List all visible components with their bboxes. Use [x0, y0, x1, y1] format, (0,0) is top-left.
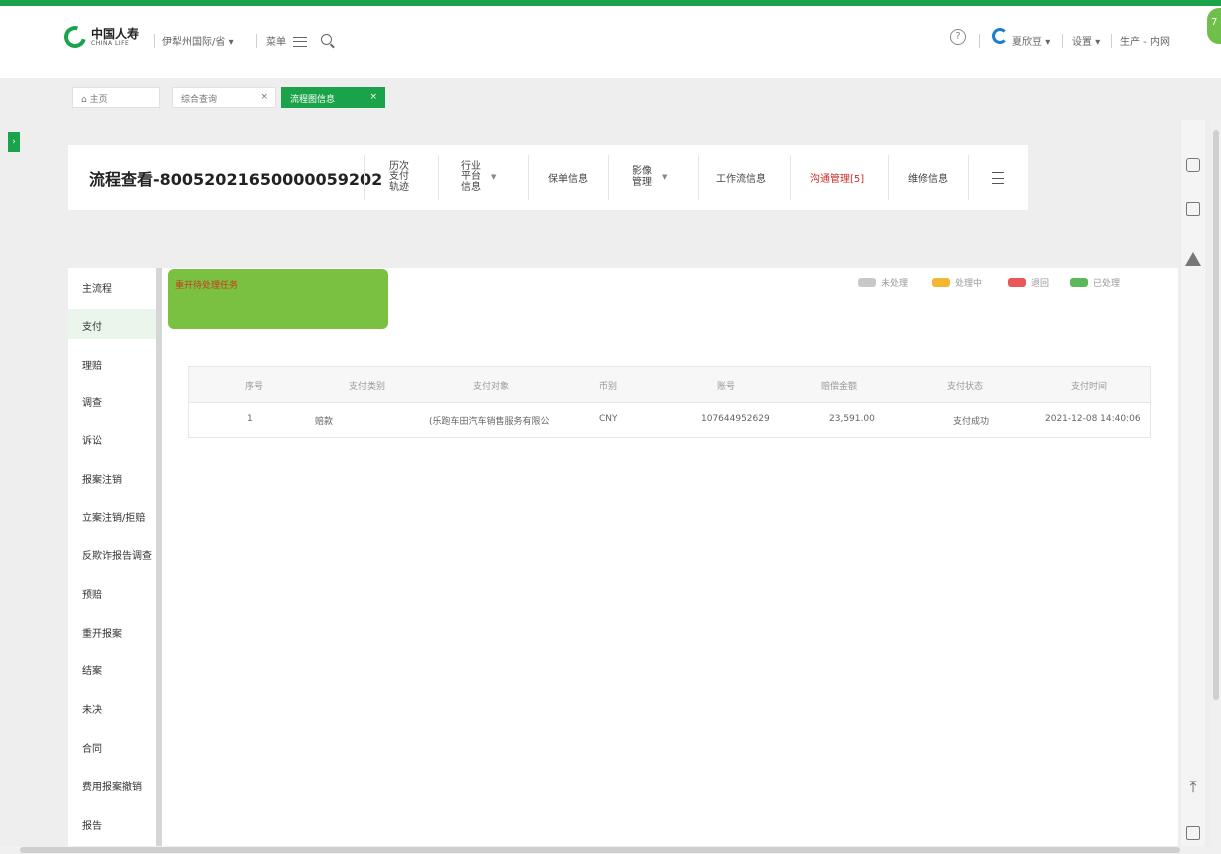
- sidebar-item-case-cancel[interactable]: 立案注销/拒赔: [68, 500, 156, 530]
- legend-swatch: [1008, 278, 1026, 287]
- chevron-down-icon: ▾: [1095, 37, 1101, 48]
- column-header: 支付对象: [473, 382, 510, 392]
- header-divider: [1111, 34, 1112, 48]
- menu-button[interactable]: 菜单: [266, 33, 308, 48]
- user-menu[interactable]: 夏欣豆 ▾: [1012, 33, 1050, 48]
- sidebar-item-report-cancel[interactable]: 报案注销: [68, 462, 156, 492]
- page-title: 流程查看-80052021650000059202: [89, 170, 383, 189]
- sidebar-item-anti-fraud[interactable]: 反欺诈报告调查: [68, 538, 156, 568]
- sidebar-expand-toggle[interactable]: ›: [8, 132, 20, 152]
- tab-query[interactable]: 综合查询 ×: [172, 87, 276, 108]
- tab-payment-history[interactable]: 历次 支付 轨迹: [389, 145, 409, 210]
- home-icon: ⌂: [81, 95, 87, 105]
- chevron-down-icon: ▾: [1045, 37, 1051, 48]
- menu-icon: [992, 171, 1004, 184]
- chevron-down-icon: ▼: [662, 172, 668, 181]
- user-icon: [992, 28, 1008, 44]
- sidebar-item-prepay[interactable]: 预赔: [68, 577, 156, 607]
- header-divider: [1062, 34, 1063, 48]
- menu-icon: [293, 37, 308, 47]
- help-icon[interactable]: ?: [950, 29, 966, 45]
- tab-industry-platform[interactable]: 行业 平台 信息 ▼: [461, 145, 496, 210]
- logo-en-text: CHINA LIFE: [91, 39, 130, 47]
- header-divider: [154, 34, 155, 48]
- legend-item-processing: 处理中: [932, 276, 982, 289]
- tab-policy-info[interactable]: 保单信息: [548, 145, 588, 210]
- close-icon[interactable]: ×: [369, 92, 377, 102]
- sidebar-item-contract[interactable]: 合同: [68, 731, 156, 761]
- logo-cn-text: 中国人寿: [91, 26, 140, 41]
- chevron-down-icon: ▾: [228, 37, 234, 48]
- sidebar-divider: [156, 268, 162, 854]
- print-icon[interactable]: [1186, 202, 1200, 216]
- column-header: 序号: [245, 382, 264, 392]
- column-header: 赔偿金额: [821, 382, 858, 392]
- scrollbar-thumb[interactable]: [20, 847, 1180, 853]
- env-label: 生产 - 内网: [1120, 37, 1170, 48]
- sidebar-item-main-flow[interactable]: 主流程: [68, 271, 156, 301]
- process-sidebar: 主流程 支付 理赔 调查 诉讼 报案注销 立案注销/拒赔 反欺诈报告调查 预赔 …: [68, 268, 162, 854]
- sidebar-item-payment[interactable]: 支付: [68, 309, 156, 339]
- tab-communication-management[interactable]: 沟通管理[5]: [810, 145, 864, 210]
- table-cell: 1: [247, 414, 253, 424]
- column-header: 币别: [599, 382, 618, 392]
- scrollbar-thumb[interactable]: [1213, 130, 1219, 700]
- legend-swatch: [858, 278, 876, 287]
- main-panel: 主流程 支付 理赔 调查 诉讼 报案注销 立案注销/拒赔 反欺诈报告调查 预赔 …: [68, 268, 1178, 854]
- tab-repair-info[interactable]: 维修信息: [908, 145, 948, 210]
- column-header: 支付类别: [349, 382, 386, 392]
- table-cell: 赔款: [315, 417, 334, 427]
- app-header: 中国人寿 CHINA LIFE 伊犁州国际/省 ▾ 菜单 ? 夏欣豆 ▾ 设置 …: [0, 6, 1221, 78]
- reopen-task-badge[interactable]: 重开待处理任务: [168, 269, 388, 329]
- legend-item-processed: 已处理: [1070, 276, 1120, 289]
- table-cell: 支付成功: [953, 417, 990, 427]
- warning-icon[interactable]: [1185, 252, 1201, 266]
- header-divider: [979, 34, 980, 48]
- table-header: 序号 支付类别 支付对象 币别 账号 赔偿金额 支付状态 支付时间: [189, 367, 1150, 403]
- sidebar-item-claim[interactable]: 理赔: [68, 348, 156, 378]
- legend-swatch: [1070, 278, 1088, 287]
- column-header: 账号: [717, 382, 736, 392]
- column-header: 支付时间: [1071, 382, 1108, 392]
- header-divider: [256, 34, 257, 48]
- right-toolbar: [1181, 120, 1205, 854]
- table-cell: (乐跑车田汽车销售服务有限公: [429, 417, 550, 427]
- table-cell: 107644952629: [701, 414, 770, 424]
- grid-icon[interactable]: [1186, 158, 1200, 172]
- close-icon[interactable]: ×: [260, 92, 268, 102]
- horizontal-scrollbar[interactable]: [0, 846, 1210, 854]
- search-icon[interactable]: [321, 34, 332, 45]
- edit-icon[interactable]: [1186, 826, 1200, 840]
- sidebar-item-fee-cancel[interactable]: 费用报案撤销: [68, 769, 156, 799]
- tab-workflow-info[interactable]: 工作流信息: [716, 145, 766, 210]
- sidebar-item-closed[interactable]: 结案: [68, 653, 156, 683]
- avatar[interactable]: 7: [1207, 8, 1221, 44]
- chevron-down-icon: ▼: [491, 172, 497, 181]
- sidebar-item-reopen[interactable]: 重开报案: [68, 616, 156, 646]
- tab-flow-info[interactable]: 流程图信息 ×: [281, 87, 385, 108]
- vertical-scrollbar[interactable]: [1211, 120, 1221, 854]
- payment-table: 序号 支付类别 支付对象 币别 账号 赔偿金额 支付状态 支付时间 1 赔款 (…: [188, 366, 1151, 438]
- org-selector[interactable]: 伊犁州国际/省 ▾: [162, 33, 234, 48]
- china-life-logo-icon: [59, 21, 91, 53]
- column-header: 支付状态: [947, 382, 984, 392]
- sidebar-item-litigation[interactable]: 诉讼: [68, 423, 156, 453]
- back-to-top-icon[interactable]: ⤒: [1186, 779, 1200, 795]
- china-life-logo[interactable]: 中国人寿 CHINA LIFE: [59, 21, 140, 53]
- legend-swatch: [932, 278, 950, 287]
- sidebar-item-pending[interactable]: 未决: [68, 692, 156, 722]
- tab-image-management[interactable]: 影像 管理 ▼: [632, 145, 667, 210]
- legend-item-returned: 退回: [1008, 276, 1049, 289]
- table-cell: CNY: [599, 414, 618, 424]
- table-cell: 23,591.00: [829, 414, 875, 424]
- table-cell: 2021-12-08 14:40:06: [1045, 414, 1141, 424]
- tab-home[interactable]: ⌂ 主页: [72, 87, 160, 108]
- sidebar-item-investigation[interactable]: 调查: [68, 385, 156, 415]
- sidebar-item-report[interactable]: 报告: [68, 808, 156, 838]
- more-tabs-button[interactable]: [992, 145, 1004, 210]
- settings-menu[interactable]: 设置 ▾: [1072, 33, 1100, 48]
- legend-item-unprocessed: 未处理: [858, 276, 908, 289]
- title-card: 流程查看-80052021650000059202 历次 支付 轨迹 行业 平台…: [68, 145, 1028, 210]
